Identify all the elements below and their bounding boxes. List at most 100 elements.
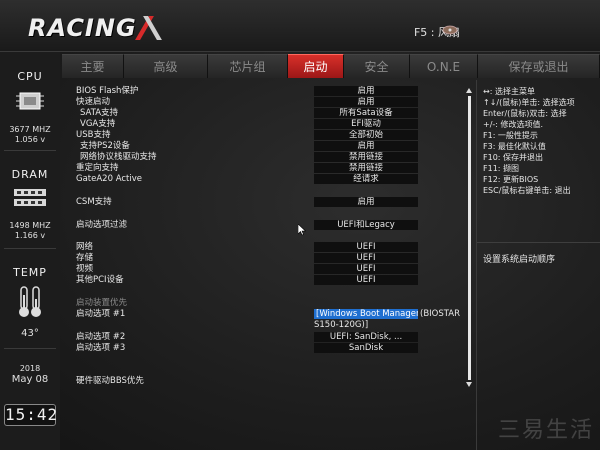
header-bar: RACING F5 : 风扇 — [0, 0, 600, 52]
tab-chipset[interactable]: 芯片组 — [208, 54, 288, 78]
main-tabs: 主要 高级 芯片组 启动 安全 O.N.E 保存或退出 — [62, 54, 600, 78]
dram-frequency: 1498 MHZ — [9, 221, 51, 230]
setting-value[interactable]: UEFI — [314, 242, 418, 252]
setting-label: GateA20 Active — [76, 174, 142, 184]
setting-row[interactable]: 启动选项过滤 UEFI和Legacy — [62, 220, 462, 231]
help-line: Enter/(鼠标)双击: 选择 — [483, 109, 567, 118]
setting-value[interactable]: 禁用链接 — [314, 152, 418, 162]
setting-label: 硬件驱动BBS优先 — [76, 376, 144, 386]
help-line: F11: 撷图 — [483, 164, 520, 173]
setting-value[interactable]: EFI驱动 — [314, 119, 418, 129]
setting-row[interactable]: GateA20 Active 经请求 — [62, 174, 462, 185]
tab-one[interactable]: O.N.E — [410, 54, 478, 78]
tab-advanced[interactable]: 高级 — [124, 54, 208, 78]
help-panel: ↔: 选择主菜单 ↑↓/(鼠标)单击: 选择选项 Enter/(鼠标)双击: 选… — [476, 80, 600, 450]
setting-row[interactable]: VGA支持 EFI驱动 — [62, 119, 462, 130]
setting-row[interactable]: USB支持 全部初始 — [62, 130, 462, 141]
racing-x-logo-icon — [138, 18, 160, 40]
setting-value[interactable]: SanDisk — [314, 343, 418, 353]
setting-label: 网络 — [76, 242, 94, 252]
setting-value[interactable]: 启用 — [314, 97, 418, 107]
sidebar-divider — [4, 150, 56, 151]
setting-value[interactable]: UEFI — [314, 264, 418, 274]
help-line: ↔: 选择主菜单 — [483, 87, 535, 96]
dram-module-icon — [14, 189, 46, 206]
date-year: 2018 — [19, 364, 41, 373]
tab-save-exit[interactable]: 保存或退出 — [478, 54, 600, 78]
setting-value[interactable]: 启用 — [314, 141, 418, 151]
tab-boot[interactable]: 启动 — [288, 54, 344, 78]
setting-row[interactable]: 快速启动 启用 — [62, 97, 462, 108]
dram-section: DRAM 1498 MHZ 1.166 v — [0, 168, 60, 241]
racing-logo: RACING — [28, 14, 137, 42]
setting-row[interactable]: SATA支持 所有Sata设备 — [62, 108, 462, 119]
setting-value[interactable]: 启用 — [314, 197, 418, 207]
setting-value[interactable]: 全部初始 — [314, 130, 418, 140]
boot-option-1-extra: (BIOSTAR — [420, 309, 460, 319]
setting-row[interactable]: 启动选项 #1 [Windows Boot Manager (BIOSTAR — [62, 309, 462, 320]
help-line: F3: 最佳化默认值 — [483, 142, 546, 151]
setting-row[interactable]: 视频 UEFI — [62, 264, 462, 275]
setting-row[interactable]: 网络协议栈驱动支持 禁用链接 — [62, 152, 462, 163]
setting-row[interactable]: 支持PS2设备 启用 — [62, 141, 462, 152]
setting-value[interactable]: UEFI — [314, 275, 418, 285]
setting-row[interactable]: 存储 UEFI — [62, 253, 462, 264]
temp-section: TEMP 43° — [0, 266, 60, 339]
tab-main[interactable]: 主要 — [62, 54, 124, 78]
setting-label: VGA支持 — [80, 119, 116, 129]
setting-value[interactable]: 经请求 — [314, 174, 418, 184]
setting-row[interactable]: 重定向支持 禁用链接 — [62, 163, 462, 174]
fan-icon[interactable] — [442, 25, 458, 35]
setting-row[interactable]: CSM支持 启用 — [62, 197, 462, 208]
setting-label: CSM支持 — [76, 197, 112, 207]
help-line: +/-: 修改选项值. — [483, 120, 544, 129]
cpu-frequency: 3677 MHZ — [9, 125, 51, 134]
setting-row-continued: S150-120G)] — [62, 320, 462, 331]
setting-label: 启动选项过滤 — [76, 220, 128, 230]
setting-row[interactable]: BIOS Flash保护 启用 — [62, 86, 462, 97]
setting-value[interactable]: 所有Sata设备 — [314, 108, 418, 118]
status-sidebar: CPU 3677 MHZ 1.056 v DRAM 1498 MHZ 1.166… — [0, 52, 60, 450]
thermometer-icon — [19, 286, 41, 317]
setting-value[interactable]: UEFI — [314, 253, 418, 263]
setting-row[interactable]: 启动选项 #3 SanDisk — [62, 343, 462, 354]
temp-title: TEMP — [13, 266, 47, 279]
help-description: 设置系统启动顺序 — [483, 255, 556, 265]
setting-label: 启动选项 #3 — [76, 343, 126, 353]
boot-option-1-value[interactable]: [Windows Boot Manager — [314, 309, 418, 319]
setting-label: 启动选项 #1 — [76, 309, 126, 319]
sidebar-divider — [4, 348, 56, 349]
setting-row[interactable]: 硬件驱动BBS优先 — [62, 376, 462, 387]
setting-label: 快速启动 — [76, 97, 111, 107]
scroll-down-arrow-icon[interactable] — [466, 382, 472, 387]
setting-value[interactable]: 禁用链接 — [314, 163, 418, 173]
help-line: F12: 更新BIOS — [483, 175, 539, 184]
dram-voltage: 1.166 v — [14, 231, 46, 240]
setting-label: SATA支持 — [80, 108, 119, 118]
cpu-chip-icon — [16, 92, 44, 110]
tab-security[interactable]: 安全 — [344, 54, 410, 78]
settings-scrollbar[interactable] — [466, 88, 472, 388]
mouse-cursor-icon — [298, 224, 306, 236]
setting-value[interactable]: UEFI: SanDisk, ... — [314, 332, 418, 342]
setting-label: 支持PS2设备 — [80, 141, 130, 151]
setting-label: USB支持 — [76, 130, 111, 140]
help-line: ESC/鼠标右键单击: 退出 — [483, 186, 571, 195]
help-line: F10: 保存并退出 — [483, 153, 544, 162]
setting-label: 视频 — [76, 264, 94, 274]
boot-option-1-continued: S150-120G)] — [314, 320, 369, 330]
help-key-list: ↔: 选择主菜单 ↑↓/(鼠标)单击: 选择选项 Enter/(鼠标)双击: 选… — [477, 80, 600, 196]
boot-settings-panel: BIOS Flash保护 启用 快速启动 启用 SATA支持 所有Sata设备 … — [62, 80, 462, 450]
sidebar-divider — [4, 248, 56, 249]
watermark: 三易生活 — [497, 418, 594, 443]
setting-row[interactable]: 启动选项 #2 UEFI: SanDisk, ... — [62, 332, 462, 343]
cpu-voltage: 1.056 v — [14, 135, 46, 144]
setting-row[interactable]: 其他PCI设备 UEFI — [62, 275, 462, 286]
setting-value[interactable]: UEFI和Legacy — [314, 220, 418, 230]
scroll-up-arrow-icon[interactable] — [466, 88, 472, 93]
setting-row[interactable]: 网络 UEFI — [62, 242, 462, 253]
setting-value[interactable]: 启用 — [314, 86, 418, 96]
date-section: 2018 May 08 — [0, 364, 60, 386]
scroll-thumb[interactable] — [468, 96, 471, 380]
setting-label: 启动选项 #2 — [76, 332, 126, 342]
